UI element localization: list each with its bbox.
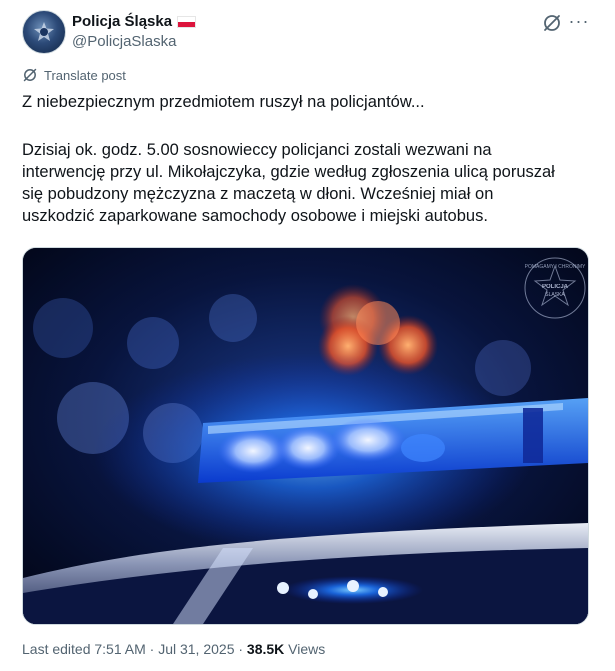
post-title: Z niebezpiecznym przedmiotem ruszył na p… <box>22 91 588 113</box>
author-name-row[interactable]: Policja Śląska <box>72 13 197 30</box>
watermark-badge-text: POLICJA <box>542 284 569 290</box>
post-body: Dzisiaj ok. godz. 5.00 sosnowieccy polic… <box>22 139 588 227</box>
grok-icon[interactable] <box>541 12 563 34</box>
translate-label[interactable]: Translate post <box>44 68 126 83</box>
post-media-image[interactable]: POMAGAMY I CHRONIMY POLICJA ŚLĄSKA <box>22 247 589 625</box>
watermark-sub-text: ŚLĄSKA <box>545 290 565 298</box>
post-body-line: Dzisiaj ok. godz. 5.00 sosnowieccy polic… <box>22 141 492 159</box>
poland-flag-icon <box>177 15 197 28</box>
post-title-line: Z niebezpiecznym przedmiotem ruszył na p… <box>22 93 425 111</box>
more-options-icon[interactable]: ··· <box>568 11 590 33</box>
display-name[interactable]: Policja Śląska <box>72 13 172 30</box>
post: Policja Śląska @PolicjaSlaska ··· Transl… <box>0 0 615 671</box>
edited-timestamp[interactable]: Last edited 7:51 AM · Jul 31, 2025 · <box>22 641 247 657</box>
post-body-line: uszkodzić zaparkowane samochody osobowe … <box>22 207 488 225</box>
author-handle[interactable]: @PolicjaSlaska <box>72 33 176 50</box>
watermark-top-text: POMAGAMY I CHRONIMY <box>525 264 586 270</box>
police-lightbar-photo: POMAGAMY I CHRONIMY POLICJA ŚLĄSKA <box>23 248 588 624</box>
views-label[interactable]: Views <box>284 641 325 657</box>
views-count[interactable]: 38.5K <box>247 641 284 657</box>
police-badge-icon <box>34 22 54 41</box>
avatar[interactable] <box>22 10 66 54</box>
translate-post-link[interactable]: Translate post <box>22 67 126 83</box>
post-body-line: interwencję przy ul. Mikołajczyka, gdzie… <box>22 163 555 181</box>
post-body-line: się pobudzony mężczyzna z maczetą w dłon… <box>22 185 494 203</box>
post-footer: Last edited 7:51 AM · Jul 31, 2025 · 38.… <box>22 641 325 657</box>
translate-icon <box>23 68 37 82</box>
